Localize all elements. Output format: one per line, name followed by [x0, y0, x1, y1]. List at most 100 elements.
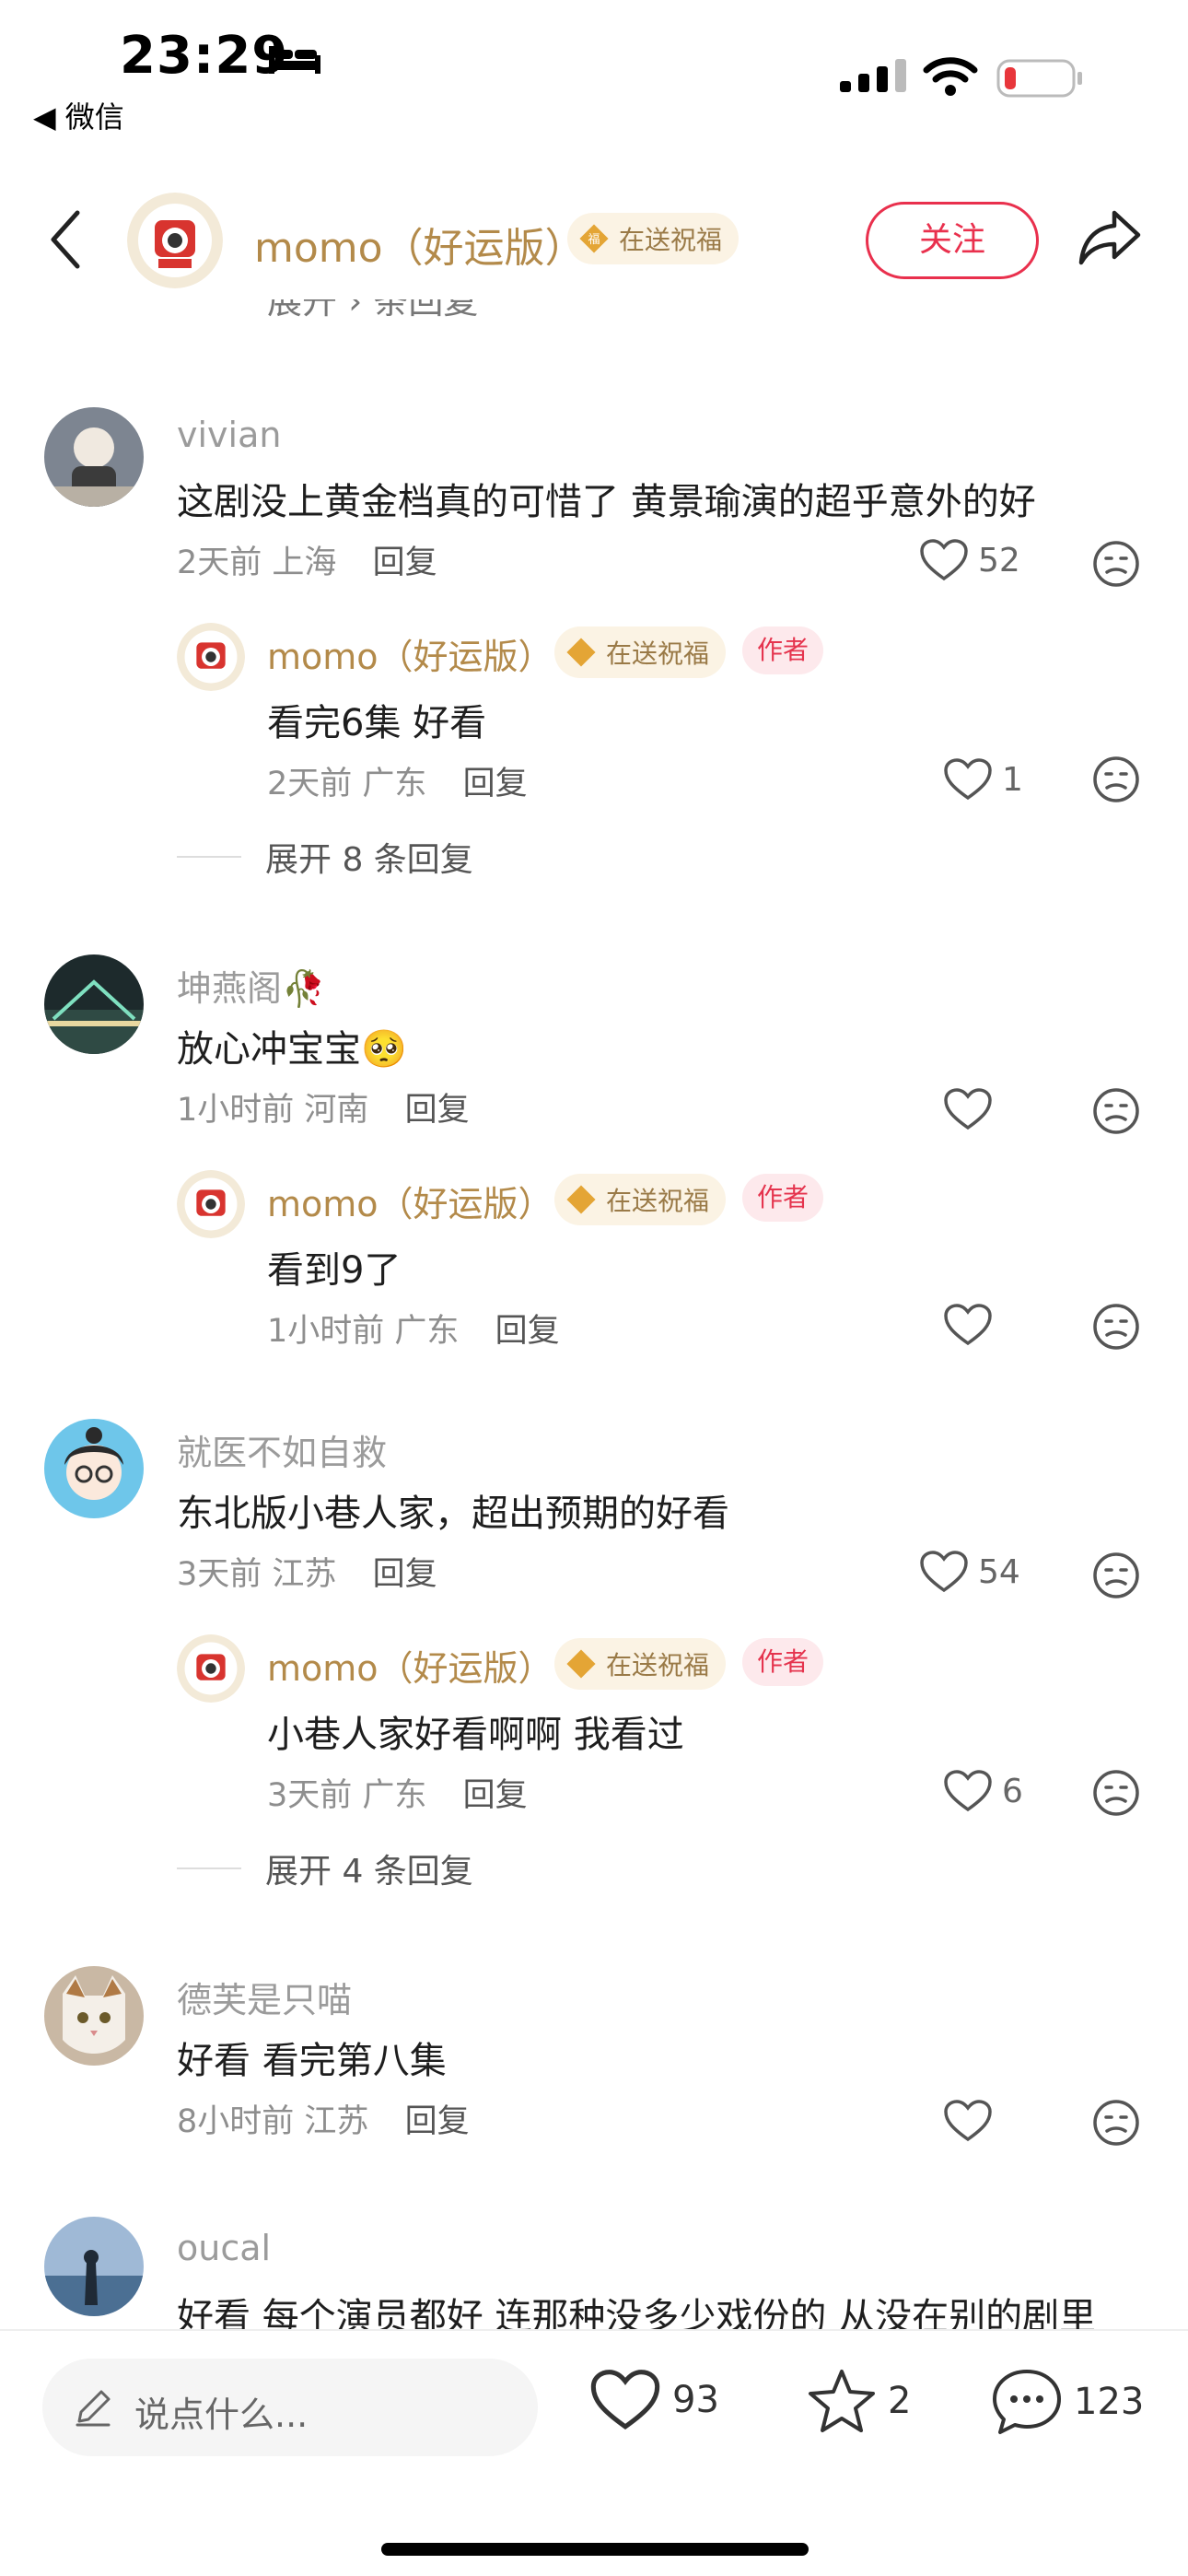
blessing-badge[interactable]: 福 在送祝福: [567, 213, 740, 264]
reply-button[interactable]: 回复: [405, 1092, 470, 1129]
reply-button[interactable]: 回复: [373, 544, 437, 581]
dislike-face-icon[interactable]: [1092, 540, 1140, 588]
comment-input[interactable]: 说点什么...: [42, 2359, 538, 2456]
comment-like-button[interactable]: [943, 1087, 1002, 1131]
reply-meta: 3天前 广东 回复: [267, 1769, 528, 1816]
comment-meta: 8小时前 江苏 回复: [177, 2095, 470, 2142]
reply-meta: 2天前 广东 回复: [267, 757, 528, 804]
blessing-badge[interactable]: 在送祝福: [554, 1174, 727, 1225]
comment-placeholder: 说点什么...: [134, 2395, 309, 2435]
expand-replies-button[interactable]: 展开 8 条回复: [177, 833, 473, 881]
collect-button[interactable]: 2: [807, 2368, 911, 2434]
blessing-label: 在送祝福: [606, 1650, 710, 1680]
reply-like-button[interactable]: 1: [943, 757, 1023, 802]
commenter-name[interactable]: vivian: [177, 415, 281, 455]
comment-text[interactable]: 这剧没上黄金档真的可惜了 黄景瑜演的超乎意外的好: [177, 472, 1036, 525]
dislike-face-icon[interactable]: [1092, 755, 1140, 803]
home-indicator[interactable]: [381, 2543, 809, 2556]
author-tag: 作者: [742, 1174, 824, 1222]
reply-like-button[interactable]: [943, 1303, 1002, 1347]
heart-icon: [944, 1304, 992, 1346]
comment-like-button[interactable]: [943, 2099, 1002, 2143]
reply-text[interactable]: 小巷人家好看啊啊 我看过: [267, 1704, 684, 1758]
commenter-name[interactable]: 坤燕阁🥀: [177, 960, 325, 1011]
blessing-label: 在送祝福: [606, 638, 710, 669]
commenter-avatar[interactable]: [44, 1966, 144, 2066]
comment-text[interactable]: 好看 看完第八集: [177, 2031, 447, 2084]
comment-meta: 2天前 上海 回复: [177, 536, 437, 583]
comment-time: 8小时前: [177, 2103, 295, 2140]
reply-button[interactable]: 回复: [373, 1556, 437, 1593]
reply-badges: 在送祝福 作者: [554, 1174, 824, 1225]
commenter-name[interactable]: 德芙是只喵: [177, 1972, 352, 2022]
blessing-badge[interactable]: 在送祝福: [554, 1638, 727, 1690]
reply-location: 广东: [362, 766, 427, 802]
commenter-name[interactable]: 就医不如自救: [177, 1424, 387, 1475]
expand-replies-button[interactable]: 展开 4 条回复: [177, 1844, 473, 1892]
comment-like-button[interactable]: 54: [919, 1550, 1020, 1594]
reply-button[interactable]: 回复: [495, 1313, 560, 1350]
sleep-focus-icon: [269, 46, 320, 74]
comment-meta: 3天前 江苏 回复: [177, 1548, 437, 1595]
commenter-avatar[interactable]: [44, 407, 144, 507]
fu-diamond-icon: [566, 638, 596, 667]
cellular-signal-icon: [840, 59, 906, 92]
comment-count: 123: [1074, 2381, 1145, 2423]
status-time: 23:29: [120, 26, 289, 86]
comment-location: 江苏: [272, 1556, 337, 1593]
blessing-label: 在送祝福: [606, 1186, 710, 1216]
author-name[interactable]: momo（好运版）: [254, 215, 586, 274]
reply-text[interactable]: 看到9了: [267, 1240, 401, 1294]
dislike-face-icon[interactable]: [1092, 1769, 1140, 1817]
heart-icon: [920, 539, 968, 581]
dislike-face-icon[interactable]: [1092, 1303, 1140, 1351]
author-avatar[interactable]: [127, 193, 223, 288]
reply-author-name[interactable]: momo（好运版）: [267, 628, 553, 679]
note-header: momo（好运版） 福 在送祝福 关注: [0, 180, 1188, 299]
comments-button[interactable]: 123: [991, 2368, 1144, 2436]
reply-meta: 1小时前 广东 回复: [267, 1305, 560, 1352]
blessing-label: 在送祝福: [619, 225, 723, 255]
back-to-wechat[interactable]: ◀ 微信: [33, 94, 124, 136]
follow-button[interactable]: 关注: [866, 202, 1039, 279]
bottom-action-bar: 说点什么... 93 2 123: [0, 2329, 1188, 2576]
reply-badges: 在送祝福 作者: [554, 626, 824, 678]
expand-label: 展开 8 条回复: [265, 841, 473, 879]
like-post-button[interactable]: 93: [589, 2368, 719, 2432]
pencil-icon: [76, 2390, 111, 2427]
comment-time: 1小时前: [177, 1092, 295, 1129]
dislike-face-icon[interactable]: [1092, 1551, 1140, 1599]
comment-like-button[interactable]: 52: [919, 538, 1020, 582]
commenter-avatar[interactable]: [44, 954, 144, 1054]
share-icon[interactable]: [1077, 207, 1144, 268]
reply-button[interactable]: 回复: [405, 2103, 470, 2140]
battery-icon: [996, 59, 1082, 98]
reply-author-avatar[interactable]: [177, 1634, 245, 1703]
commenter-avatar[interactable]: [44, 1419, 144, 1518]
reply-button[interactable]: 回复: [463, 1777, 528, 1814]
comment-text[interactable]: 放心冲宝宝🥺: [177, 1019, 407, 1072]
reply-author-name[interactable]: momo（好运版）: [267, 1176, 553, 1226]
reply-author-avatar[interactable]: [177, 623, 245, 691]
heart-icon: [944, 1088, 992, 1130]
reply-button[interactable]: 回复: [463, 766, 528, 802]
comment-text[interactable]: 东北版小巷人家，超出预期的好看: [177, 1483, 729, 1537]
fu-diamond-icon: [566, 1185, 596, 1214]
comment-location: 江苏: [304, 2103, 369, 2140]
reply-text[interactable]: 看完6集 好看: [267, 693, 486, 746]
commenter-avatar[interactable]: [44, 2217, 144, 2316]
dislike-face-icon[interactable]: [1092, 1087, 1140, 1135]
reply-author-name[interactable]: momo（好运版）: [267, 1640, 553, 1691]
reply-time: 3天前: [267, 1777, 353, 1814]
heart-icon: [590, 2370, 660, 2430]
back-chevron-icon[interactable]: [48, 209, 85, 270]
dislike-face-icon[interactable]: [1092, 2099, 1140, 2147]
author-tag: 作者: [742, 1638, 824, 1686]
blessing-badge[interactable]: 在送祝福: [554, 626, 727, 678]
comment-location: 上海: [272, 544, 337, 581]
reply-time: 2天前: [267, 766, 353, 802]
fu-diamond-icon: [566, 1649, 596, 1679]
reply-author-avatar[interactable]: [177, 1170, 245, 1238]
commenter-name[interactable]: oucal: [177, 2228, 271, 2268]
reply-like-button[interactable]: 6: [943, 1769, 1023, 1813]
